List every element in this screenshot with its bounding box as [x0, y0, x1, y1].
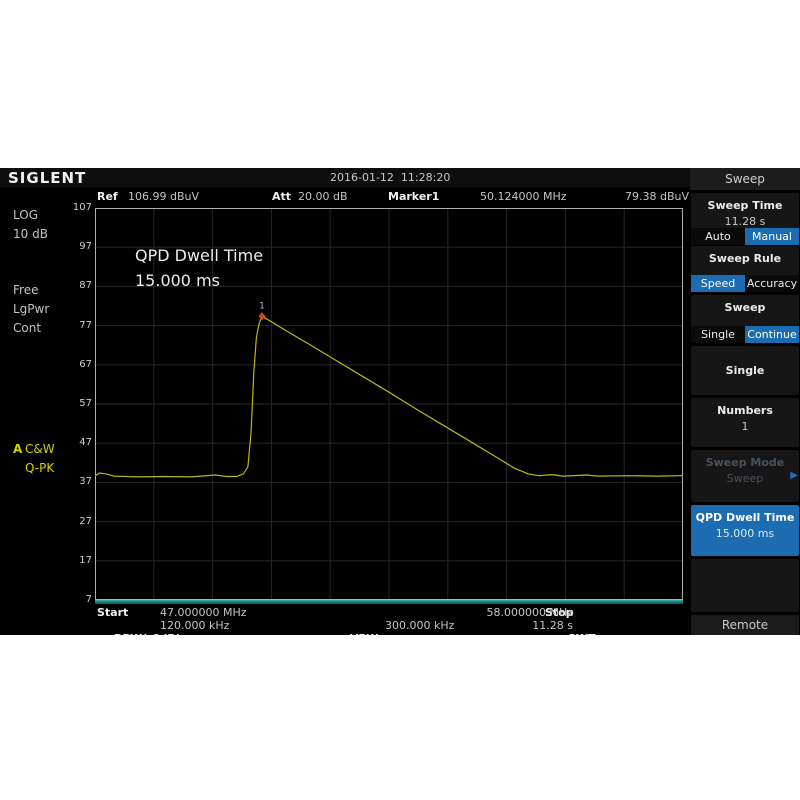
chart-annotation-value: 15.000 ms: [135, 271, 220, 290]
ref-label: Ref: [97, 190, 118, 203]
sweep-rule-toggle: Speed Accuracy: [691, 275, 799, 292]
scale-type-label: LOG: [13, 208, 38, 222]
trigger-label: Free: [13, 283, 38, 297]
marker-label: Marker1: [388, 190, 439, 203]
sweep-title: Sweep: [691, 295, 799, 314]
empty-menu-slot: [691, 559, 799, 612]
display-area: SIGLENT 2016-01-12 11:28:20 Ref 106.99 d…: [0, 168, 690, 635]
marker-frequency: 50.124000 MHz: [480, 190, 567, 203]
readout-row: Ref 106.99 dBuV Att 20.00 dB Marker1 50.…: [0, 190, 690, 205]
sweep-time-button[interactable]: Sweep Time 11.28 s Auto Manual: [691, 193, 799, 243]
scale-div-label: 10 dB: [13, 227, 48, 241]
numbers-title: Numbers: [691, 398, 799, 417]
sweep-single-option[interactable]: Single: [691, 326, 745, 343]
swt-label: SWT: [568, 632, 596, 635]
sweep-rule-accuracy-option[interactable]: Accuracy: [745, 275, 799, 292]
chart-annotation-title: QPD Dwell Time: [135, 246, 263, 265]
att-label: Att: [272, 190, 291, 203]
sweep-mode-value: Sweep: [691, 469, 799, 485]
y-tick-label: 107: [58, 202, 92, 214]
detector-label: Q-PK: [25, 461, 54, 475]
y-tick-label: 57: [58, 398, 92, 410]
siglent-logo: SIGLENT: [8, 169, 86, 187]
qpd-dwell-title: QPD Dwell Time: [691, 505, 799, 524]
rbw-label: RBW(-6dB): [114, 632, 181, 635]
y-tick-label: 87: [58, 280, 92, 292]
sweep-continue-option[interactable]: Continue: [745, 326, 799, 343]
sweep-rule-title: Sweep Rule: [691, 246, 799, 265]
svg-text:1: 1: [259, 301, 265, 311]
y-tick-label: 7: [58, 594, 92, 606]
remote-button[interactable]: Remote: [691, 615, 799, 635]
trace-id-label: A: [13, 442, 22, 456]
y-tick-label: 97: [58, 241, 92, 253]
stop-value: 58.000000 MHz: [486, 606, 573, 619]
cont-sweep-label: Cont: [13, 321, 41, 335]
rbw-value: 120.000 kHz: [160, 619, 229, 632]
trace-mode-label: C&W: [25, 442, 55, 456]
y-tick-label: 77: [58, 320, 92, 332]
preamp-label: LgPwr: [13, 302, 49, 316]
y-tick-label: 17: [58, 555, 92, 567]
att-value: 20.00 dB: [298, 190, 348, 203]
y-tick-label: 37: [58, 476, 92, 488]
vbw-value: 300.000 kHz: [385, 619, 454, 632]
qpd-dwell-time-button[interactable]: QPD Dwell Time 15.000 ms: [691, 505, 799, 556]
ref-value: 106.99 dBuV: [128, 190, 199, 203]
top-status-bar: SIGLENT 2016-01-12 11:28:20: [0, 168, 690, 187]
marker-amplitude: 79.38 dBuV: [625, 190, 689, 203]
sweep-toggle: Single Continue: [691, 326, 799, 343]
qpd-dwell-value: 15.000 ms: [691, 524, 799, 540]
soft-menu: Sweep Sweep Time 11.28 s Auto Manual Swe…: [690, 168, 800, 635]
menu-header: Sweep: [690, 168, 800, 190]
sweep-time-title: Sweep Time: [691, 193, 799, 212]
sweep-time-auto-option[interactable]: Auto: [691, 228, 745, 245]
swt-diamond-icon: ◆: [559, 634, 568, 635]
y-tick-label: 27: [58, 516, 92, 528]
single-button[interactable]: Single: [691, 346, 799, 395]
y-tick-label: 47: [58, 437, 92, 449]
x-axis-baseline: [95, 600, 683, 604]
sweep-time-toggle: Auto Manual: [691, 228, 799, 245]
vbw-label: VBW: [350, 632, 378, 635]
y-tick-label: 67: [58, 359, 92, 371]
numbers-value: 1: [691, 417, 799, 433]
submenu-arrow-icon: ▶: [790, 470, 798, 481]
single-title: Single: [691, 364, 799, 377]
sweep-rule-button[interactable]: Sweep Rule Speed Accuracy: [691, 246, 799, 292]
start-value: 47.000000 MHz: [160, 606, 247, 619]
rbw-diamond-icon: ◆: [105, 634, 114, 635]
sweep-time-manual-option[interactable]: Manual: [745, 228, 799, 245]
sweep-mode-title: Sweep Mode: [691, 450, 799, 469]
spectrum-chart: 1: [95, 208, 683, 600]
swt-value: 11.28 s: [532, 619, 573, 632]
datetime-display: 2016-01-12 11:28:20: [330, 171, 450, 184]
vbw-diamond-icon: ◆: [341, 634, 350, 635]
sweep-time-value: 11.28 s: [691, 212, 799, 228]
sweep-mode-button[interactable]: Sweep Mode Sweep ▶: [691, 450, 799, 502]
analyzer-screen: SIGLENT 2016-01-12 11:28:20 Ref 106.99 d…: [0, 168, 800, 635]
start-label: Start: [97, 606, 128, 619]
sweep-rule-speed-option[interactable]: Speed: [691, 275, 745, 292]
numbers-button[interactable]: Numbers 1: [691, 398, 799, 447]
y-axis-labels: 1079787776757473727177: [58, 208, 92, 600]
sweep-button[interactable]: Sweep Single Continue: [691, 295, 799, 343]
